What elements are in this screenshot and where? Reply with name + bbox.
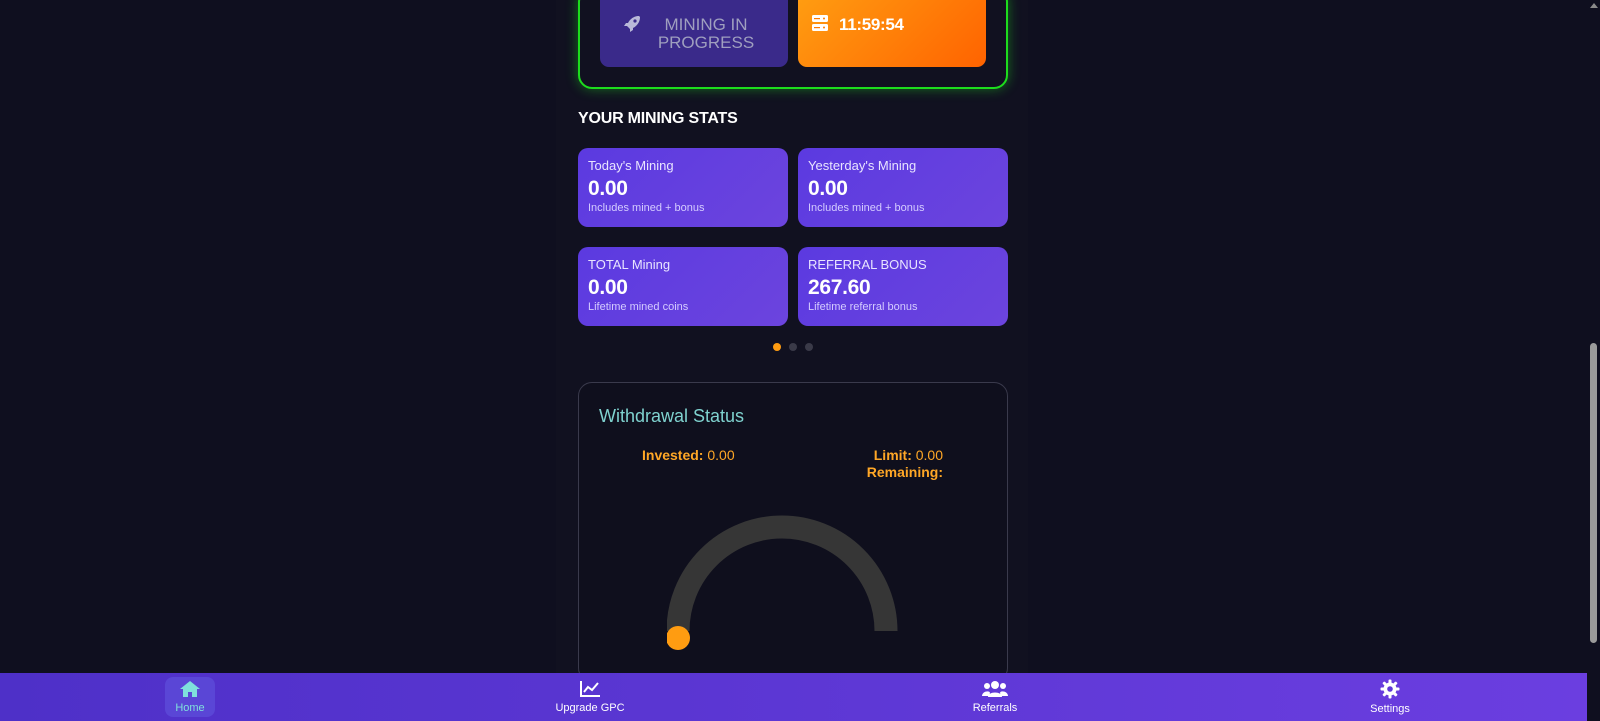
- gear-icon: [1380, 679, 1400, 702]
- nav-item-label: Settings: [1370, 703, 1410, 715]
- bottom-nav: Home Upgrade GPC Referrals Settings: [0, 673, 1587, 721]
- carousel-dot[interactable]: [773, 343, 781, 351]
- nav-item-upgrade-gpc[interactable]: Upgrade GPC: [550, 677, 630, 717]
- stat-card-yesterday: Yesterday's Mining 0.00 Includes mined +…: [798, 148, 1008, 227]
- nav-item-label: Upgrade GPC: [555, 702, 625, 714]
- stat-card-subtitle: Lifetime mined coins: [588, 301, 689, 313]
- carousel-dot[interactable]: [789, 343, 797, 351]
- nav-item-home[interactable]: Home: [165, 677, 215, 717]
- stat-card-value: 0.00: [588, 177, 628, 200]
- withdrawal-status-card: Withdrawal Status Invested: 0.00 Limit: …: [578, 382, 1008, 682]
- carousel-pager: [773, 343, 813, 351]
- nav-item-referrals[interactable]: Referrals: [965, 677, 1025, 717]
- stat-card-title: Yesterday's Mining: [808, 158, 917, 173]
- gauge-track: [667, 515, 898, 632]
- stat-card-subtitle: Includes mined + bonus: [588, 202, 705, 214]
- stat-card-referral-bonus: REFERRAL BONUS 267.60 Lifetime referral …: [798, 247, 1008, 326]
- stat-card-title: REFERRAL BONUS: [808, 257, 927, 272]
- chart-line-icon: [579, 680, 601, 701]
- invested-info: Invested: 0.00: [642, 447, 735, 463]
- limit-value: 0.00: [915, 447, 943, 463]
- mining-status-button[interactable]: MINING IN PROGRESS: [600, 0, 788, 67]
- mining-timer: 11:59:54: [839, 15, 904, 34]
- mining-status-label: MINING IN PROGRESS: [657, 14, 755, 52]
- stat-card-value: 0.00: [588, 276, 628, 299]
- stat-card-title: TOTAL Mining: [588, 257, 671, 272]
- invested-value: 0.00: [707, 447, 735, 463]
- withdrawal-title: Withdrawal Status: [599, 406, 745, 426]
- home-icon: [179, 680, 201, 701]
- nav-item-label: Referrals: [972, 702, 1018, 714]
- nav-item-settings[interactable]: Settings: [1360, 677, 1420, 717]
- rocket-icon: [622, 15, 646, 39]
- carousel-dot[interactable]: [805, 343, 813, 351]
- invested-label: Invested:: [642, 447, 704, 463]
- stat-card-value: 267.60: [808, 276, 871, 299]
- nav-item-label: Home: [175, 702, 205, 714]
- scroll-up-arrow[interactable]: [1590, 3, 1598, 8]
- users-icon: [982, 680, 1008, 701]
- mining-timer-button[interactable]: 11:59:54: [798, 0, 986, 67]
- limit-info: Limit: 0.00 Remaining:: [867, 447, 943, 481]
- stat-card-today: Today's Mining 0.00 Includes mined + bon…: [578, 148, 788, 227]
- remaining-label: Remaining:: [866, 464, 943, 480]
- stat-card-total: TOTAL Mining 0.00 Lifetime mined coins: [578, 247, 788, 326]
- server-icon: [811, 14, 829, 37]
- scrollbar-thumb[interactable]: [1590, 343, 1597, 643]
- stat-card-subtitle: Includes mined + bonus: [808, 202, 925, 214]
- stat-card-title: Today's Mining: [588, 158, 674, 173]
- stat-card-value: 0.00: [808, 177, 848, 200]
- withdrawal-gauge: [667, 515, 898, 650]
- stat-card-subtitle: Lifetime referral bonus: [808, 301, 918, 313]
- section-title-mining-stats: YOUR MINING STATS: [578, 110, 738, 127]
- limit-label: Limit:: [873, 447, 912, 463]
- gauge-indicator: [667, 626, 690, 650]
